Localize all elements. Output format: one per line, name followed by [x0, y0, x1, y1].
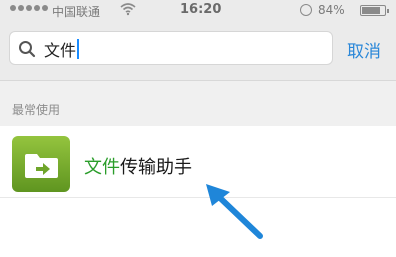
cancel-button[interactable]: 取消: [347, 37, 381, 62]
search-field[interactable]: 文件: [9, 31, 333, 65]
battery-fill: [362, 7, 380, 14]
carrier-name: 中国联通: [52, 5, 101, 19]
search-input[interactable]: 文件: [44, 36, 80, 62]
section-title: 最常使用: [12, 103, 61, 117]
result-title-rest: 传输助手: [120, 157, 192, 178]
status-bar: 中国联通 16:20 84%: [0, 0, 396, 22]
text-cursor: [77, 39, 80, 59]
battery-icon: [360, 5, 389, 16]
pointer-arrow-icon: [206, 184, 263, 239]
search-query: 文件: [44, 41, 77, 60]
orientation-lock-icon: [300, 4, 312, 16]
clock: 16:20: [180, 2, 222, 17]
result-title-match: 文件: [84, 157, 120, 178]
result-title: 文件传输助手: [84, 153, 192, 179]
battery-percent: 84%: [318, 3, 345, 17]
section-header: 最常使用: [0, 81, 396, 126]
signal-strength-icon: [10, 5, 48, 11]
folder-arrow-icon: [12, 136, 70, 192]
wifi-icon: [120, 3, 136, 16]
search-icon: [19, 41, 36, 58]
